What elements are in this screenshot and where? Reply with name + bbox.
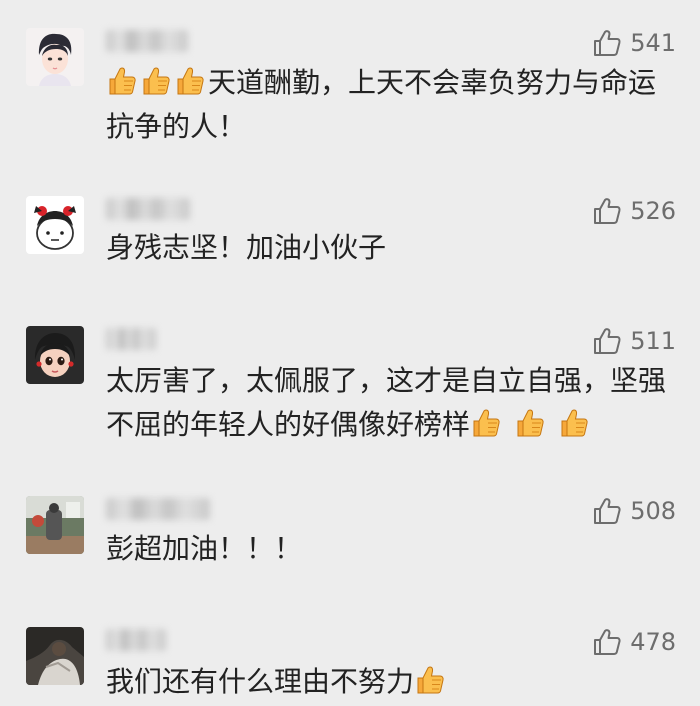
avatar[interactable] (26, 326, 84, 384)
avatar[interactable] (26, 496, 84, 554)
avatar[interactable] (26, 196, 84, 254)
like-count: 511 (630, 327, 676, 355)
thumbs-up-outline-icon (594, 498, 621, 524)
like-button[interactable]: 478 (592, 627, 676, 657)
comment-text: 太厉害了，太佩服了，这才是自立自强，坚强不屈的年轻人的好偶像好榜样 (106, 359, 676, 447)
avatar[interactable] (26, 627, 84, 685)
like-count: 508 (630, 497, 676, 525)
comment-text: 身残志坚！加油小伙子 (106, 226, 676, 270)
comment-text-content: 彭超加油！！！ (106, 532, 303, 565)
avatar[interactable] (26, 28, 84, 86)
comment-text-content: 我们还有什么理由不努力 (106, 665, 415, 698)
thumbs-up-emoji (143, 67, 170, 95)
thumbs-up-emoji (561, 409, 588, 437)
like-button[interactable]: 541 (592, 28, 676, 58)
comment-text: 彭超加油！！！ (106, 527, 676, 571)
like-button[interactable]: 526 (592, 196, 676, 226)
thumbs-up-emoji (417, 666, 444, 694)
thumbs-up-outline-icon (594, 30, 621, 56)
like-count: 541 (630, 29, 676, 57)
thumbs-up-outline-icon (594, 328, 621, 354)
thumbs-up-emoji (177, 67, 204, 95)
username-blurred[interactable] (106, 198, 190, 220)
username-blurred[interactable] (106, 328, 156, 350)
comment-text: 我们还有什么理由不努力 (106, 660, 676, 704)
like-button[interactable]: 508 (592, 496, 676, 526)
username-blurred[interactable] (106, 498, 210, 520)
thumbs-up-outline-icon (594, 629, 621, 655)
username-blurred[interactable] (106, 30, 188, 52)
thumbs-up-emoji (109, 67, 136, 95)
thumbs-up-outline-icon (594, 198, 621, 224)
like-count: 478 (630, 628, 676, 656)
thumbs-up-emoji (473, 409, 500, 437)
like-button[interactable]: 511 (592, 326, 676, 356)
username-blurred[interactable] (106, 629, 166, 651)
comment-text-content: 身残志坚！加油小伙子 (106, 231, 387, 264)
thumbs-up-emoji (517, 409, 544, 437)
comment-text: 天道酬勤，上天不会辜负努力与命运抗争的人！ (106, 61, 676, 149)
like-count: 526 (630, 197, 676, 225)
